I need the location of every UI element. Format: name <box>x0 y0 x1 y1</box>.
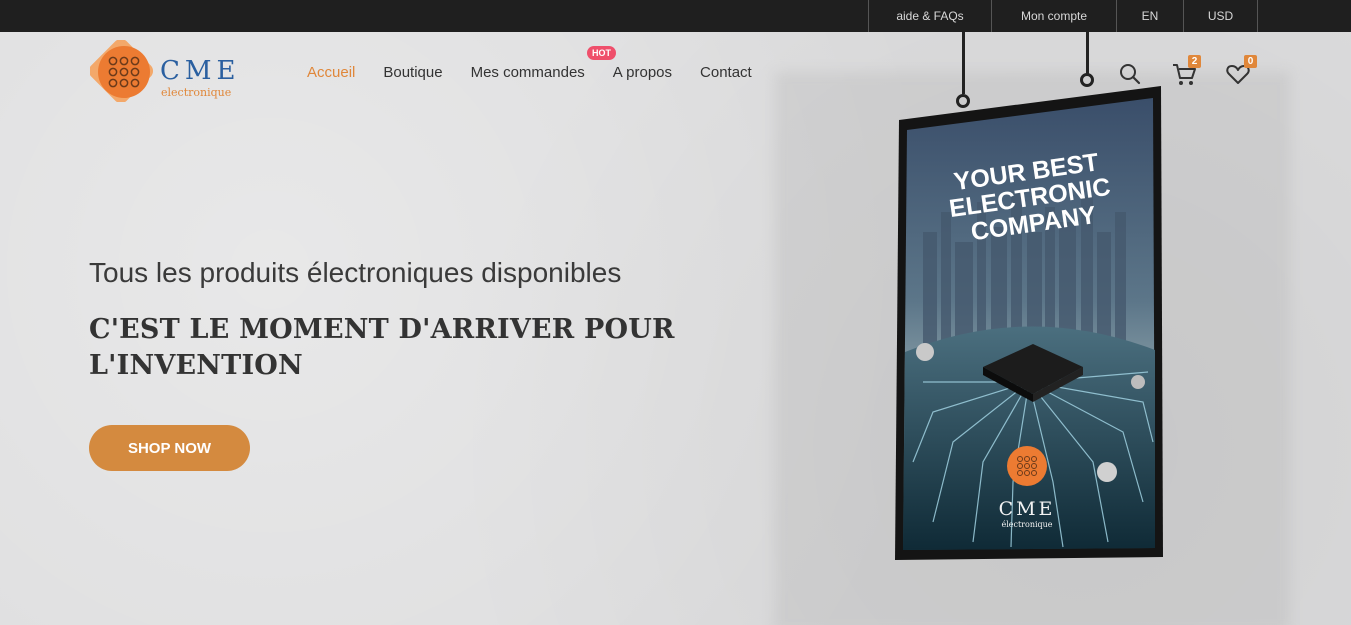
account-link[interactable]: Mon compte <box>991 0 1116 32</box>
top-links: aide & FAQs Mon compte EN USD <box>868 0 1258 32</box>
poster-brand: CME <box>999 498 1056 520</box>
nav-item-boutique[interactable]: Boutique <box>383 64 442 81</box>
nav-item-mes-commandes[interactable]: Mes commandes <box>471 64 585 81</box>
hot-badge: HOT <box>587 46 616 60</box>
help-faq-link[interactable]: aide & FAQs <box>868 0 991 32</box>
main-nav: Accueil Boutique Mes commandes A propos … <box>307 64 752 81</box>
site-logo[interactable]: CME electronique <box>90 38 240 102</box>
wishlist-count-badge: 0 <box>1244 55 1257 68</box>
hero-headline: C'EST LE MOMENT D'ARRIVER POUR L'INVENTI… <box>89 314 675 381</box>
hero-subtitle: Tous les produits électroniques disponib… <box>89 257 622 288</box>
currency-selector[interactable]: USD <box>1183 0 1258 32</box>
logo-brand-text: CME <box>160 56 241 86</box>
nav-item-accueil[interactable]: Accueil <box>307 64 355 81</box>
cart-count-badge: 2 <box>1188 55 1201 68</box>
nav-item-a-propos[interactable]: A propos <box>613 64 672 81</box>
nav-item-contact[interactable]: Contact <box>700 64 752 81</box>
language-selector[interactable]: EN <box>1116 0 1183 32</box>
shop-now-button[interactable]: SHOP NOW <box>89 425 250 471</box>
top-bar: aide & FAQs Mon compte EN USD <box>0 0 1351 32</box>
logo-badge-icon <box>90 40 154 102</box>
poster-sub: électronique <box>1001 520 1052 529</box>
hero-poster: CME électronique YOUR BEST ELECTRONIC CO… <box>895 86 1163 560</box>
logo-sub-text: electronique <box>161 86 232 99</box>
poster-wire-right <box>1086 32 1089 74</box>
